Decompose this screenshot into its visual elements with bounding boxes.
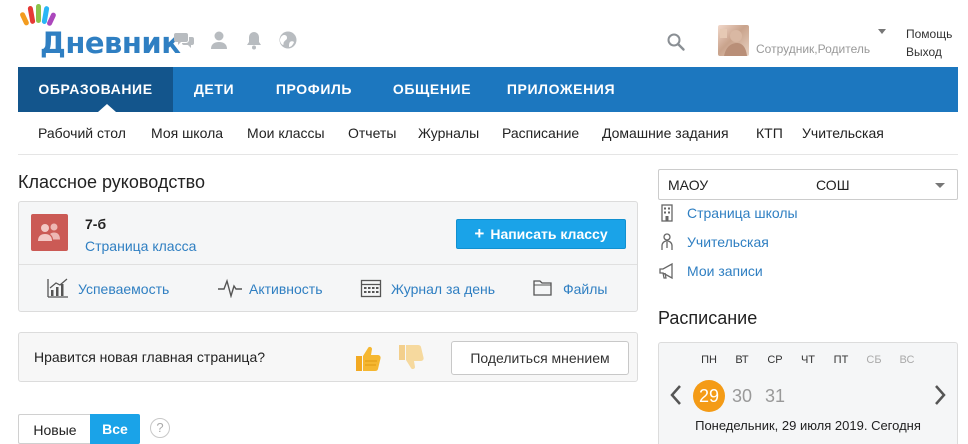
schedule-date-caption: Понедельник, 29 июля 2019. Сегодня <box>695 418 921 433</box>
logo[interactable]: Дневник <box>18 4 181 60</box>
building-icon <box>661 204 673 222</box>
subnav-teachers-room[interactable]: Учительская <box>802 125 884 141</box>
performance-link[interactable]: Успеваемость <box>47 278 170 298</box>
megaphone-icon <box>659 262 673 280</box>
class-card: 7-б Страница класса + Написать классу Усп… <box>18 201 638 312</box>
write-class-button[interactable]: + Написать классу <box>456 219 626 249</box>
chart-icon <box>47 278 68 298</box>
chevron-right-icon[interactable] <box>931 383 949 407</box>
header: Дневник Сотрудник,Родитель Помощь Выход <box>0 0 968 66</box>
tab-applications[interactable]: ПРИЛОЖЕНИЯ <box>491 67 631 112</box>
tab-education[interactable]: ОБРАЗОВАНИЕ <box>18 67 173 112</box>
filter-new-button[interactable]: Новые <box>18 414 91 444</box>
school-select-value-kind: СОШ <box>816 177 850 193</box>
thumb-down-icon[interactable] <box>396 343 426 373</box>
weekday-tue: ВТ <box>735 354 749 366</box>
weekday-thu: ЧТ <box>800 354 816 366</box>
bell-icon[interactable] <box>244 30 264 50</box>
pulse-icon <box>218 278 242 298</box>
daily-journal-link[interactable]: Журнал за день <box>360 279 496 298</box>
write-class-button-label: Написать классу <box>490 226 608 242</box>
calendar-day-today[interactable]: 29 <box>693 380 725 412</box>
tab-children[interactable]: ДЕТИ <box>173 67 255 112</box>
chevron-left-icon[interactable] <box>667 383 685 407</box>
school-select[interactable]: МАОУ СОШ <box>658 169 958 200</box>
plus-icon: + <box>474 224 485 243</box>
folder-icon <box>533 280 552 296</box>
calendar-day[interactable]: 30 <box>726 380 758 412</box>
class-name: 7-б <box>85 216 107 232</box>
school-page-link[interactable]: Страница школы <box>687 205 798 221</box>
tab-communication[interactable]: ОБЩЕНИЕ <box>373 67 491 112</box>
weekday-sun: ВС <box>899 354 915 366</box>
schedule-calendar: ПН ВТ СР ЧТ ПТ СБ ВС 29 30 31 Понедельни… <box>658 342 958 444</box>
avatar-photo-icon <box>720 29 747 56</box>
performance-link-label: Успеваемость <box>78 281 170 297</box>
weekday-wed: СР <box>767 354 783 366</box>
weekday-mon: ПН <box>701 354 717 366</box>
subnav-my-school[interactable]: Моя школа <box>151 125 223 141</box>
tab-profile[interactable]: ПРОФИЛЬ <box>255 67 373 112</box>
logo-text: Дневник <box>40 26 181 60</box>
subnav-journals[interactable]: Журналы <box>418 125 479 141</box>
weekday-fri: ПТ <box>833 354 849 366</box>
calendar-day[interactable]: 31 <box>759 380 791 412</box>
main-nav: ОБРАЗОВАНИЕ ДЕТИ ПРОФИЛЬ ОБЩЕНИЕ ПРИЛОЖЕ… <box>18 67 958 112</box>
help-link[interactable]: Помощь <box>906 27 952 41</box>
subnav-desktop[interactable]: Рабочий стол <box>38 125 126 141</box>
subnav-schedule[interactable]: Расписание <box>502 125 579 141</box>
filter-all-button[interactable]: Все <box>90 414 140 444</box>
my-posts-link[interactable]: Мои записи <box>687 263 763 279</box>
help-icon[interactable]: ? <box>150 418 170 438</box>
sub-nav: Рабочий стол Моя школа Мои классы Отчеты… <box>18 112 958 155</box>
subnav-my-classes[interactable]: Мои классы <box>247 125 325 141</box>
activity-link[interactable]: Активность <box>218 278 323 298</box>
teacher-icon <box>661 233 673 250</box>
subnav-reports[interactable]: Отчеты <box>348 125 396 141</box>
user-menu-caret-icon[interactable] <box>878 29 886 34</box>
weekday-sat: СБ <box>866 354 882 366</box>
files-link[interactable]: Файлы <box>533 280 608 297</box>
subnav-ktp[interactable]: КТП <box>756 125 783 141</box>
teachers-room-link[interactable]: Учительская <box>687 234 769 250</box>
group-icon <box>38 223 60 241</box>
class-section-title: Классное руководство <box>18 172 205 192</box>
thumb-up-icon[interactable] <box>353 343 383 373</box>
chevron-down-icon <box>935 183 945 188</box>
globe-icon[interactable] <box>278 30 298 50</box>
school-select-value-type: МАОУ <box>668 177 709 193</box>
chat-icon[interactable] <box>174 30 194 50</box>
user-icon[interactable] <box>209 30 229 50</box>
files-link-label: Файлы <box>563 281 608 297</box>
schedule-title: Расписание <box>658 308 758 328</box>
daily-journal-link-label: Журнал за день <box>391 281 496 297</box>
share-opinion-button[interactable]: Поделиться мнением <box>451 341 629 375</box>
active-tab-arrow <box>98 104 116 112</box>
calendar-icon <box>360 279 382 298</box>
class-badge <box>31 214 68 251</box>
feedback-panel: Нравится новая главная страница? Поделит… <box>18 332 638 382</box>
avatar[interactable] <box>718 25 749 56</box>
user-role: Сотрудник,Родитель <box>756 42 871 56</box>
exit-link[interactable]: Выход <box>906 45 942 59</box>
activity-link-label: Активность <box>249 281 323 297</box>
search-icon[interactable] <box>666 32 686 52</box>
card-divider <box>19 264 637 265</box>
feedback-question: Нравится новая главная страница? <box>34 349 266 365</box>
subnav-homework[interactable]: Домашние задания <box>602 125 729 141</box>
class-page-link[interactable]: Страница класса <box>85 238 196 254</box>
